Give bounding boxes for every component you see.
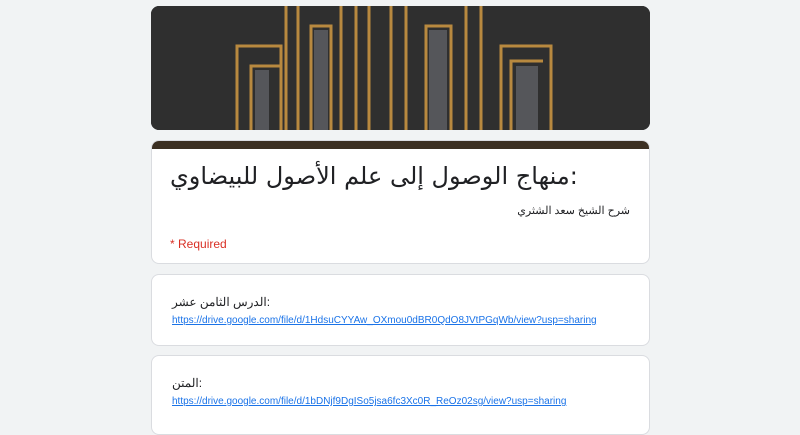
required-note: * Required (170, 237, 227, 251)
drive-link[interactable]: https://drive.google.com/file/d/1HdsuCYY… (172, 315, 597, 326)
header-banner-image (151, 6, 650, 130)
form-description: شرح الشيخ سعد الشثري (517, 205, 630, 217)
drive-link[interactable]: https://drive.google.com/file/d/1bDNjf9D… (172, 396, 566, 407)
item-label: الدرس الثامن عشر: (172, 295, 271, 309)
title-card-accent-bar (152, 141, 649, 149)
item-label: المتن: (172, 376, 203, 390)
form-item-card: المتن: https://drive.google.com/file/d/1… (151, 355, 650, 435)
form-title: منهاج الوصول إلى علم الأصول للبيضاوي: (170, 162, 578, 190)
form-item-card: الدرس الثامن عشر: https://drive.google.c… (151, 274, 650, 346)
gold-arches-icon (151, 6, 650, 130)
